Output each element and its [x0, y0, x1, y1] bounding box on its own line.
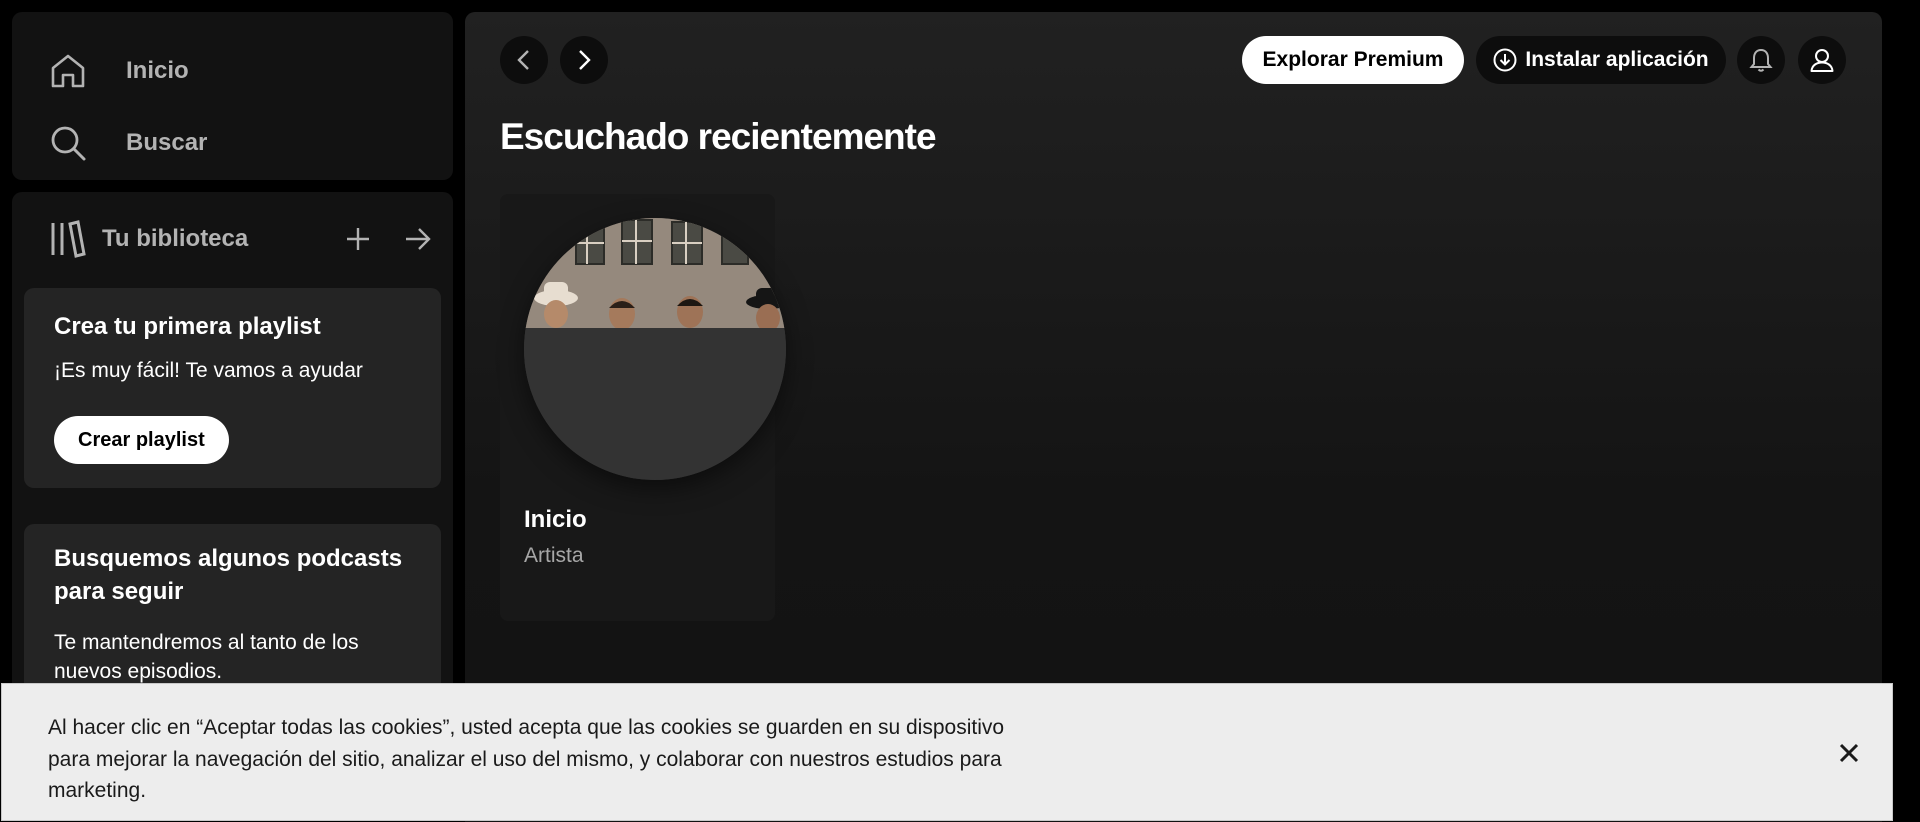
install-app-label: Instalar aplicación — [1525, 48, 1709, 71]
search-icon — [48, 123, 88, 163]
plus-icon — [345, 226, 371, 252]
sidebar-item-search[interactable]: Buscar — [48, 111, 428, 175]
user-menu-button[interactable] — [1798, 36, 1846, 84]
forward-button[interactable] — [560, 36, 608, 84]
install-app-button[interactable]: Instalar aplicación — [1476, 36, 1726, 84]
card-subtitle: Artista — [524, 544, 584, 567]
bell-icon — [1748, 47, 1774, 73]
home-icon — [48, 51, 88, 91]
library-icon[interactable] — [48, 219, 88, 259]
chevron-left-icon — [513, 49, 535, 71]
cookie-close-button[interactable] — [1832, 736, 1866, 770]
cookie-text: Al hacer clic en “Aceptar todas las cook… — [48, 716, 1005, 802]
create-playlist-plus-button[interactable] — [338, 219, 378, 259]
artist-card[interactable]: Inicio Artista — [500, 194, 786, 621]
close-icon — [1839, 743, 1859, 763]
sidebar-nav: Inicio Buscar — [12, 12, 453, 180]
user-icon — [1809, 47, 1835, 73]
section-title: Escuchado recientemente — [500, 116, 937, 157]
sidebar-item-home[interactable]: Inicio — [48, 39, 428, 103]
create-playlist-button[interactable]: Crear playlist — [54, 416, 229, 464]
download-circle-icon — [1493, 48, 1525, 72]
card-title: Inicio — [524, 506, 587, 533]
cookie-banner: Al hacer clic en “Aceptar todas las cook… — [1, 683, 1893, 821]
library-label[interactable]: Tu biblioteca — [102, 225, 318, 253]
promo-title: Crea tu primera playlist — [54, 313, 321, 340]
promo-text: ¡Es muy fácil! Te vamos a ayudar — [54, 359, 363, 382]
back-button[interactable] — [500, 36, 548, 84]
explore-premium-button[interactable]: Explorar Premium — [1242, 36, 1464, 84]
library-header: Tu biblioteca — [48, 214, 438, 264]
chevron-right-icon — [573, 49, 595, 71]
artist-image — [524, 218, 786, 480]
notifications-button[interactable] — [1737, 36, 1785, 84]
promo-text: Te mantendremos al tanto de los nuevos e… — [54, 631, 359, 683]
arrow-right-icon — [404, 226, 432, 252]
expand-library-button[interactable] — [398, 219, 438, 259]
sidebar-item-label: Inicio — [126, 57, 189, 84]
sidebar-item-label: Buscar — [126, 129, 208, 156]
promo-title: Busquemos algunos podcasts para seguir — [54, 545, 403, 605]
create-playlist-promo: Crea tu primera playlist ¡Es muy fácil! … — [24, 288, 441, 488]
